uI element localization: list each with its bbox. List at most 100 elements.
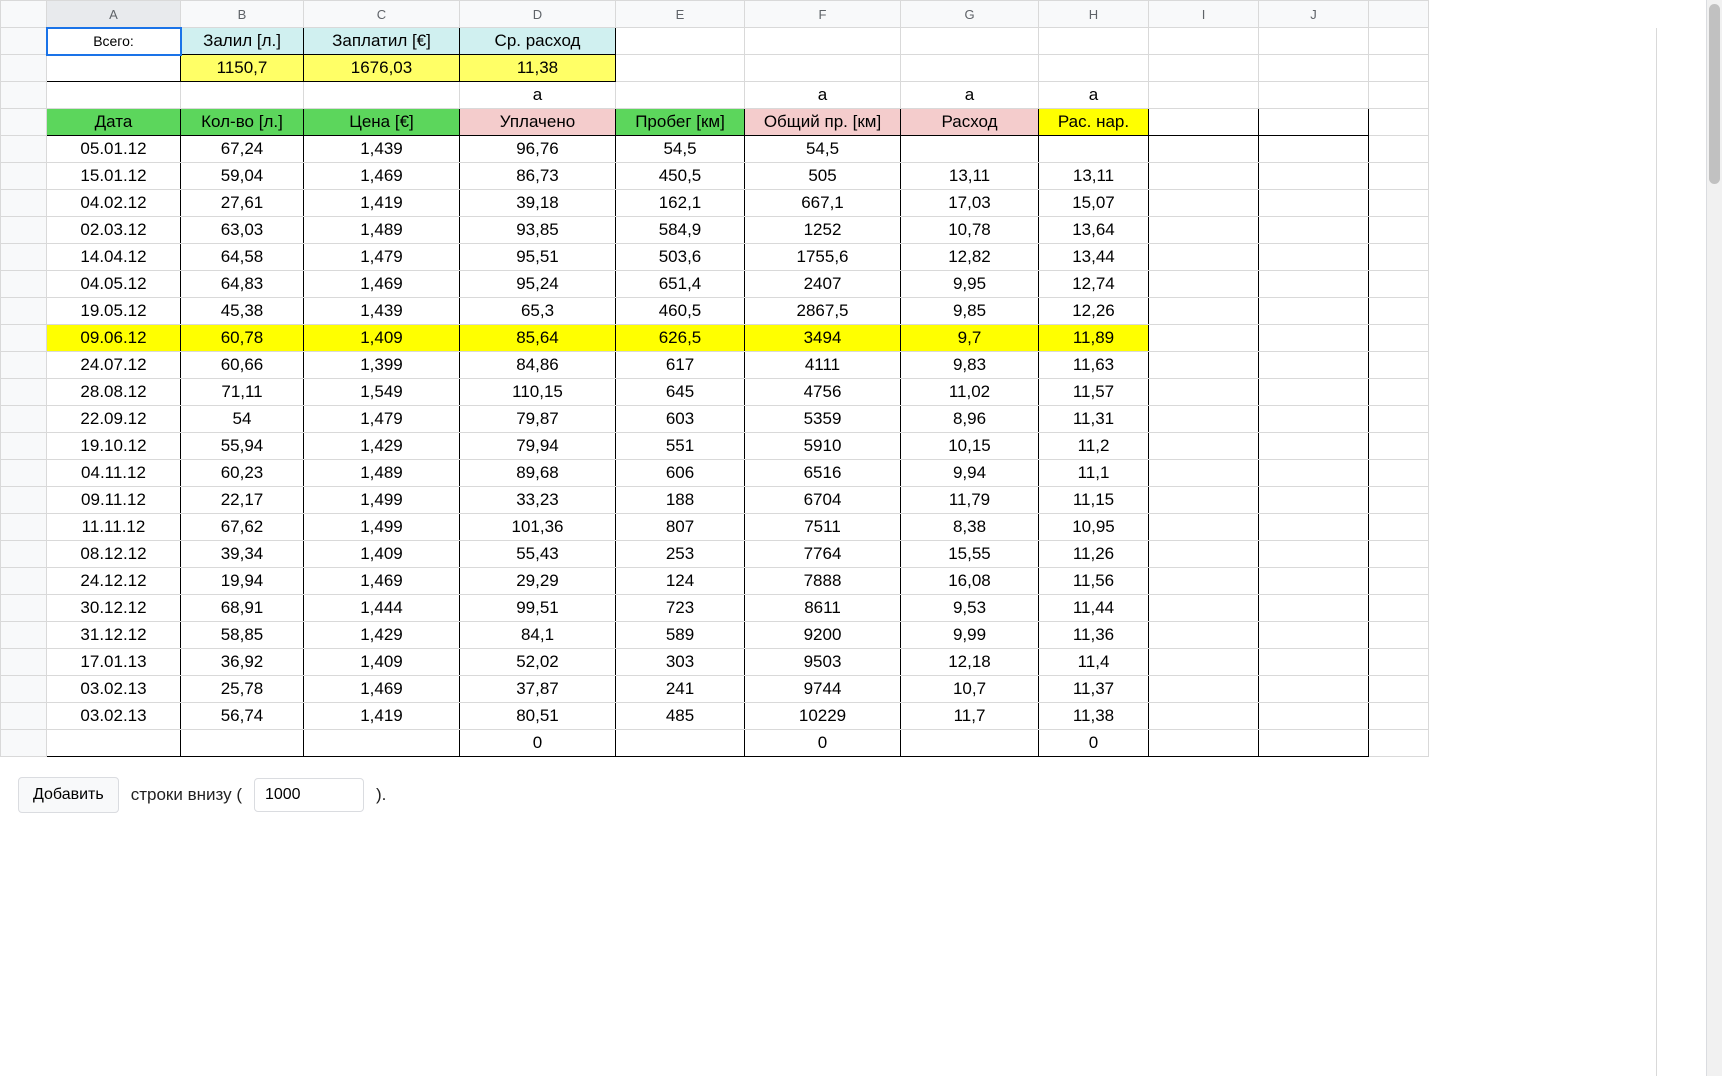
cell[interactable] [1369, 541, 1429, 568]
table-cell[interactable]: 8,96 [901, 406, 1039, 433]
cell[interactable] [304, 82, 460, 109]
col-header-C[interactable]: C [304, 1, 460, 28]
cell[interactable] [1149, 406, 1259, 433]
summary-avg-value[interactable]: 11,38 [460, 55, 616, 82]
cell[interactable] [616, 55, 745, 82]
table-cell[interactable]: 24.12.12 [47, 568, 181, 595]
cell[interactable] [1259, 514, 1369, 541]
table-cell[interactable]: 4756 [745, 379, 901, 406]
table-header-D[interactable]: Уплачено [460, 109, 616, 136]
table-cell[interactable]: 162,1 [616, 190, 745, 217]
table-cell[interactable]: 22.09.12 [47, 406, 181, 433]
table-cell[interactable]: 33,23 [460, 487, 616, 514]
table-cell[interactable]: 101,36 [460, 514, 616, 541]
table-cell[interactable]: 22,17 [181, 487, 304, 514]
table-cell[interactable]: 1,439 [304, 136, 460, 163]
table-cell[interactable]: 11,4 [1039, 649, 1149, 676]
row-header[interactable] [1, 730, 47, 757]
table-cell[interactable]: 1,444 [304, 595, 460, 622]
table-cell[interactable]: 1,429 [304, 622, 460, 649]
table-cell[interactable]: 11,15 [1039, 487, 1149, 514]
cell[interactable] [1149, 730, 1259, 757]
table-cell[interactable]: 651,4 [616, 271, 745, 298]
table-cell[interactable]: 5359 [745, 406, 901, 433]
table-cell[interactable]: 7511 [745, 514, 901, 541]
table-cell[interactable] [901, 730, 1039, 757]
row-header[interactable] [1, 109, 47, 136]
cell[interactable] [1369, 703, 1429, 730]
table-cell[interactable]: 0 [745, 730, 901, 757]
cell[interactable] [1259, 541, 1369, 568]
table-cell[interactable]: 1,409 [304, 649, 460, 676]
table-cell[interactable]: 11,57 [1039, 379, 1149, 406]
col-header-J[interactable]: J [1259, 1, 1369, 28]
table-cell[interactable]: 13,11 [901, 163, 1039, 190]
col-header-extra[interactable] [1369, 1, 1429, 28]
table-cell[interactable]: 55,43 [460, 541, 616, 568]
cell[interactable] [1369, 82, 1429, 109]
table-cell[interactable] [47, 730, 181, 757]
row-header[interactable] [1, 595, 47, 622]
row-header[interactable] [1, 460, 47, 487]
table-cell[interactable]: 1,469 [304, 568, 460, 595]
table-cell[interactable]: 13,44 [1039, 244, 1149, 271]
table-cell[interactable]: 95,24 [460, 271, 616, 298]
cell[interactable] [1149, 55, 1259, 82]
cell[interactable] [1149, 271, 1259, 298]
table-cell[interactable]: 05.01.12 [47, 136, 181, 163]
row-header[interactable] [1, 271, 47, 298]
cell[interactable] [1149, 190, 1259, 217]
table-cell[interactable]: 54,5 [745, 136, 901, 163]
cell[interactable] [1259, 28, 1369, 55]
table-cell[interactable]: 79,87 [460, 406, 616, 433]
table-cell[interactable]: 10229 [745, 703, 901, 730]
cell[interactable] [1259, 595, 1369, 622]
table-cell[interactable]: 1755,6 [745, 244, 901, 271]
cell[interactable] [1369, 406, 1429, 433]
table-cell[interactable]: 11,7 [901, 703, 1039, 730]
cell[interactable] [1149, 136, 1259, 163]
cell[interactable] [1259, 217, 1369, 244]
row-header[interactable] [1, 433, 47, 460]
cell[interactable] [1259, 487, 1369, 514]
cell[interactable] [1369, 217, 1429, 244]
table-cell[interactable]: 9,94 [901, 460, 1039, 487]
cell[interactable] [181, 82, 304, 109]
row-header[interactable] [1, 190, 47, 217]
cell[interactable] [1369, 433, 1429, 460]
cell[interactable] [1259, 271, 1369, 298]
cell-a-D[interactable]: a [460, 82, 616, 109]
cell[interactable] [1149, 676, 1259, 703]
cell[interactable] [1149, 163, 1259, 190]
table-cell[interactable]: 19.05.12 [47, 298, 181, 325]
table-cell[interactable]: 10,95 [1039, 514, 1149, 541]
table-cell[interactable]: 12,18 [901, 649, 1039, 676]
cell[interactable] [616, 82, 745, 109]
table-cell[interactable]: 11,63 [1039, 352, 1149, 379]
cell[interactable] [1149, 595, 1259, 622]
cell[interactable] [1369, 487, 1429, 514]
table-cell[interactable]: 1,419 [304, 703, 460, 730]
table-cell[interactable]: 04.11.12 [47, 460, 181, 487]
cell-a-F[interactable]: a [745, 82, 901, 109]
table-cell[interactable]: 65,3 [460, 298, 616, 325]
cell[interactable] [1149, 514, 1259, 541]
table-cell[interactable]: 0 [460, 730, 616, 757]
table-cell[interactable]: 1,429 [304, 433, 460, 460]
table-cell[interactable]: 1,419 [304, 190, 460, 217]
table-cell[interactable]: 11,02 [901, 379, 1039, 406]
cell[interactable] [1369, 190, 1429, 217]
cell[interactable] [1039, 28, 1149, 55]
cell-a-G[interactable]: a [901, 82, 1039, 109]
table-cell[interactable]: 241 [616, 676, 745, 703]
table-cell[interactable]: 60,66 [181, 352, 304, 379]
table-cell[interactable]: 16,08 [901, 568, 1039, 595]
cell[interactable] [1149, 541, 1259, 568]
table-cell[interactable]: 11,37 [1039, 676, 1149, 703]
cell[interactable] [1259, 163, 1369, 190]
cell[interactable] [1369, 352, 1429, 379]
cell[interactable] [1149, 703, 1259, 730]
table-cell[interactable]: 2407 [745, 271, 901, 298]
cell[interactable] [1149, 622, 1259, 649]
row-header[interactable] [1, 541, 47, 568]
